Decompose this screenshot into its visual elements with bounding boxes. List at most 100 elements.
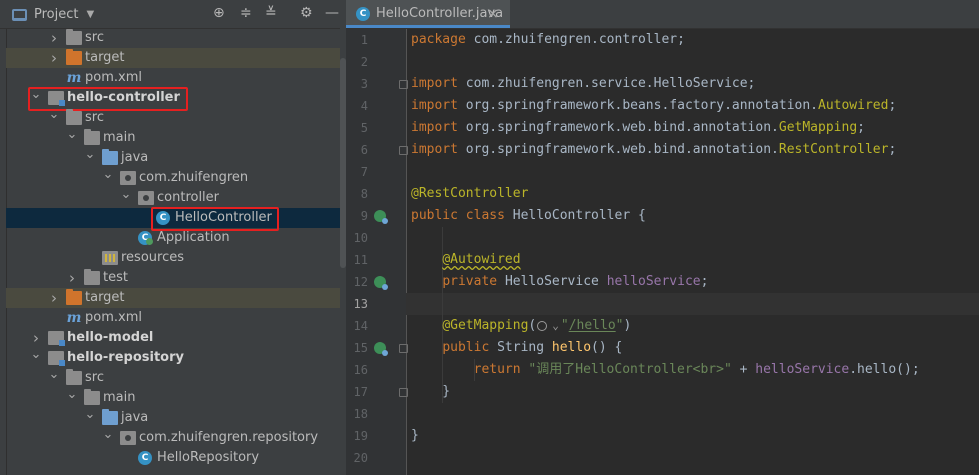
tree-node-src[interactable]: › src <box>0 28 340 48</box>
tree-node-target[interactable]: › target <box>0 288 340 308</box>
code-token: public <box>442 340 498 355</box>
chevron-down-icon[interactable]: ⌄ <box>102 427 114 443</box>
tree-node-label: src <box>85 110 104 125</box>
code-line: import org.springframework.beans.factory… <box>411 95 896 117</box>
code-token: org.springframework.beans.factory.annota… <box>465 98 818 113</box>
folder-icon <box>84 269 100 285</box>
excluded-folder-icon <box>66 289 82 305</box>
tree-node-com-zhuifengren-repository[interactable]: ⌄ com.zhuifengren.repository <box>0 427 340 448</box>
chevron-down-icon[interactable]: ⌄ <box>48 367 60 383</box>
resources-folder-icon <box>102 251 118 265</box>
tree-node-label: java <box>121 410 149 425</box>
line-number: 4 <box>360 99 368 113</box>
line-number: 12 <box>353 275 368 289</box>
tree-node-label: pom.xml <box>85 310 142 325</box>
bean-icon[interactable] <box>374 210 388 224</box>
project-view-selector[interactable]: Project ▼ <box>12 6 94 23</box>
folder-icon <box>66 109 82 125</box>
tree-node-src[interactable]: ⌄ src <box>0 107 340 128</box>
collapse-all-icon[interactable]: ≚ <box>265 5 277 22</box>
chevron-right-icon[interactable]: › <box>48 50 60 66</box>
source-folder-icon <box>102 149 118 165</box>
tree-node-main[interactable]: ⌄ main <box>0 387 340 408</box>
code-token: } <box>411 384 451 399</box>
tree-node-com-zhuifengren[interactable]: ⌄ com.zhuifengren <box>0 167 340 188</box>
chevron-down-icon[interactable]: ⌄ <box>102 167 114 183</box>
code-token: ; <box>857 120 865 135</box>
line-number: 16 <box>353 363 368 377</box>
locate-target-icon[interactable]: ⊕ <box>213 5 225 22</box>
chevron-down-icon[interactable]: ⌄ <box>66 387 78 403</box>
tree-node-label: main <box>103 130 136 145</box>
code-editor: C HelloController.java × 1 2 3 4 5 6 7 8 9 10 11 12… <box>346 0 979 475</box>
current-line-highlight <box>406 293 979 315</box>
close-icon[interactable]: × <box>487 5 499 23</box>
code-line: } <box>411 425 419 447</box>
module-folder-icon <box>48 351 65 366</box>
code-token: hello <box>551 340 592 355</box>
tree-node-test[interactable]: › test <box>0 268 340 288</box>
code-token: package <box>411 32 474 47</box>
chevron-down-icon[interactable]: ⌄ <box>30 347 42 363</box>
code-token: /hello <box>568 318 616 333</box>
panel-divider <box>0 28 346 29</box>
code-token: HelloService <box>504 274 607 289</box>
tree-node-resources[interactable]: resources <box>0 248 340 268</box>
chevron-down-icon[interactable]: ⌄ <box>66 127 78 143</box>
tab-label: HelloController.java <box>376 6 504 21</box>
maven-icon: m <box>66 70 82 86</box>
minimize-icon[interactable]: — <box>325 5 339 22</box>
project-tree: › src › target m pom.xml ⌄ hello-controller ⌄ src… <box>0 0 340 475</box>
line-number: 20 <box>353 451 368 465</box>
chevron-right-icon[interactable]: › <box>66 270 78 286</box>
tree-node-application[interactable]: C Application <box>0 228 340 248</box>
code-token: return <box>473 362 529 377</box>
expand-all-icon[interactable]: ≑ <box>240 5 252 22</box>
tree-node-label: hello-repository <box>67 350 184 365</box>
package-icon <box>120 171 136 185</box>
code-token: public class <box>411 208 513 223</box>
tree-node-label: pom.xml <box>85 70 142 85</box>
tree-node-hello-model[interactable]: › hello-model <box>0 328 340 348</box>
chevron-down-icon[interactable]: ⌄ <box>120 187 132 203</box>
editor-tab-hellocontroller[interactable]: C HelloController.java × <box>346 0 510 28</box>
tree-node-java[interactable]: ⌄ java <box>0 407 340 428</box>
java-class-icon: C <box>356 7 370 21</box>
code-line: import com.zhuifengren.service.HelloServ… <box>411 73 755 95</box>
gear-icon[interactable]: ⚙ <box>300 5 313 22</box>
chevron-down-icon[interactable]: ⌄ <box>48 107 60 123</box>
chevron-down-icon[interactable]: ⌄ <box>84 407 96 423</box>
chevron-right-icon[interactable]: › <box>48 290 60 306</box>
tree-node-target[interactable]: › target <box>0 48 340 68</box>
code-line: import org.springframework.web.bind.anno… <box>411 117 865 139</box>
tree-node-pom-xml[interactable]: m pom.xml <box>0 308 340 328</box>
bean-icon[interactable] <box>374 342 388 356</box>
url-globe-icon[interactable] <box>536 320 552 332</box>
code-token: ) <box>623 318 632 333</box>
code-token: com.zhuifengren.service.HelloService; <box>465 76 756 91</box>
tree-node-java[interactable]: ⌄ java <box>0 147 340 168</box>
package-icon <box>138 191 154 205</box>
folder-icon <box>66 369 82 385</box>
chevron-right-icon[interactable]: › <box>30 330 42 346</box>
tree-node-pom-xml[interactable]: m pom.xml <box>0 68 340 88</box>
tree-node-hello-repository[interactable]: ⌄ hello-repository <box>0 347 340 368</box>
tree-node-hellorepository[interactable]: C HelloRepository <box>0 448 340 468</box>
project-folder-icon <box>12 8 27 21</box>
line-number: 15 <box>353 341 368 355</box>
chevron-down-icon[interactable]: ⌄ <box>84 147 96 163</box>
chevron-down-icon[interactable]: ⌄ <box>552 319 559 332</box>
bean-icon[interactable] <box>374 276 388 290</box>
tree-node-controller[interactable]: ⌄ controller <box>0 187 340 208</box>
chevron-down-icon: ▼ <box>86 9 95 20</box>
line-number: 13 <box>353 297 368 311</box>
line-number: 17 <box>353 385 368 399</box>
tree-node-src[interactable]: ⌄ src <box>0 367 340 388</box>
code-text-area[interactable]: package com.zhuifengren.controller; impor… <box>406 29 979 475</box>
project-panel-header: Project ▼ ⊕ ≑ ≚ ⚙ — <box>0 0 346 28</box>
folder-icon <box>84 389 100 405</box>
chevron-right-icon[interactable]: › <box>48 30 60 46</box>
tree-node-main[interactable]: ⌄ main <box>0 127 340 148</box>
